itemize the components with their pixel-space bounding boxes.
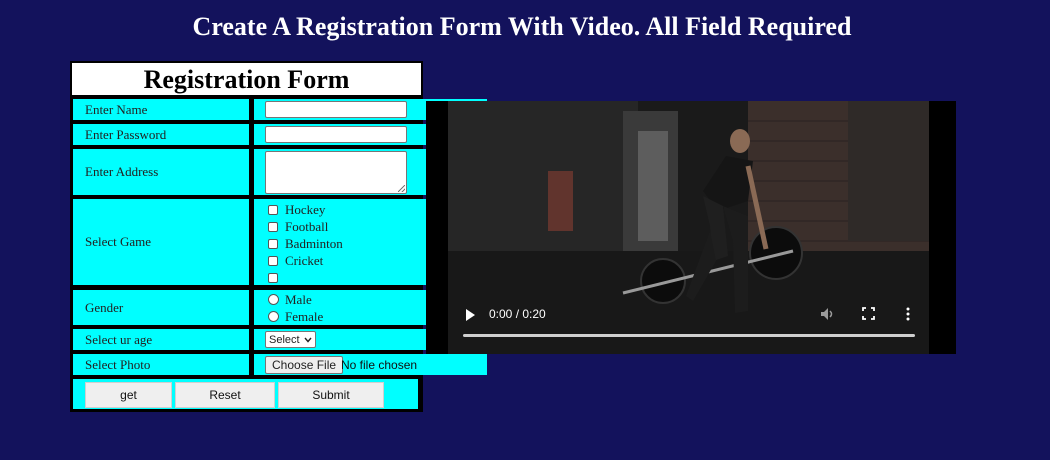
address-label: Enter Address bbox=[73, 149, 249, 195]
age-label: Select ur age bbox=[73, 329, 249, 350]
volume-icon[interactable] bbox=[820, 307, 836, 321]
file-status: No file chosen bbox=[341, 358, 418, 372]
address-textarea[interactable] bbox=[265, 151, 407, 194]
checkbox-icon[interactable] bbox=[268, 221, 278, 232]
gender-label: Gender bbox=[73, 290, 249, 325]
game-option-label: Cricket bbox=[285, 252, 324, 268]
game-label: Select Game bbox=[73, 199, 249, 285]
choose-file-button[interactable]: Choose File bbox=[265, 356, 344, 374]
radio-icon[interactable] bbox=[268, 311, 279, 322]
video-progress-track[interactable] bbox=[463, 334, 915, 337]
gender-option-male[interactable]: Male bbox=[268, 291, 312, 308]
video-player[interactable]: 0:00 / 0:20 bbox=[426, 101, 956, 354]
form-heading: Registration Form bbox=[72, 63, 421, 95]
gender-option-label: Female bbox=[285, 308, 324, 324]
game-option-hockey[interactable]: Hockey bbox=[268, 201, 325, 218]
page-title: Create A Registration Form With Video. A… bbox=[192, 12, 852, 41]
button-row: get Reset Submit bbox=[73, 379, 418, 409]
game-option-label: Hockey bbox=[285, 201, 326, 217]
game-option-football[interactable]: Football bbox=[268, 218, 328, 235]
photo-label: Select Photo bbox=[73, 354, 249, 375]
checkbox-icon[interactable] bbox=[268, 272, 278, 283]
name-input[interactable] bbox=[265, 101, 407, 118]
name-label: Enter Name bbox=[73, 99, 249, 120]
photo-cell: Choose File No file chosen bbox=[254, 354, 487, 375]
fullscreen-icon[interactable] bbox=[862, 307, 875, 320]
reset-button[interactable]: Reset bbox=[175, 382, 275, 408]
password-label: Enter Password bbox=[73, 124, 249, 145]
registration-form: Registration Form Enter Name Enter Passw… bbox=[70, 61, 487, 412]
game-option-blank[interactable] bbox=[268, 269, 285, 286]
checkbox-icon[interactable] bbox=[268, 238, 278, 249]
radio-icon[interactable] bbox=[268, 294, 279, 305]
gender-option-female[interactable]: Female bbox=[268, 308, 323, 325]
get-button[interactable]: get bbox=[85, 382, 172, 408]
age-select[interactable]: Select bbox=[265, 331, 316, 348]
age-select-value: Select bbox=[269, 333, 300, 346]
resize-grip-icon[interactable] bbox=[398, 185, 405, 192]
checkbox-icon[interactable] bbox=[268, 255, 278, 266]
more-options-icon[interactable] bbox=[905, 307, 911, 321]
game-option-badminton[interactable]: Badminton bbox=[268, 235, 343, 252]
game-option-label: Football bbox=[285, 218, 329, 234]
video-time: 0:00 / 0:20 bbox=[489, 307, 546, 321]
chevron-down-icon bbox=[304, 337, 312, 343]
play-icon[interactable] bbox=[464, 308, 476, 322]
password-input[interactable] bbox=[265, 126, 407, 143]
submit-button[interactable]: Submit bbox=[278, 382, 384, 408]
gender-option-label: Male bbox=[285, 291, 312, 307]
game-option-cricket[interactable]: Cricket bbox=[268, 252, 323, 269]
checkbox-icon[interactable] bbox=[268, 204, 278, 215]
game-option-label: Badminton bbox=[285, 235, 343, 251]
